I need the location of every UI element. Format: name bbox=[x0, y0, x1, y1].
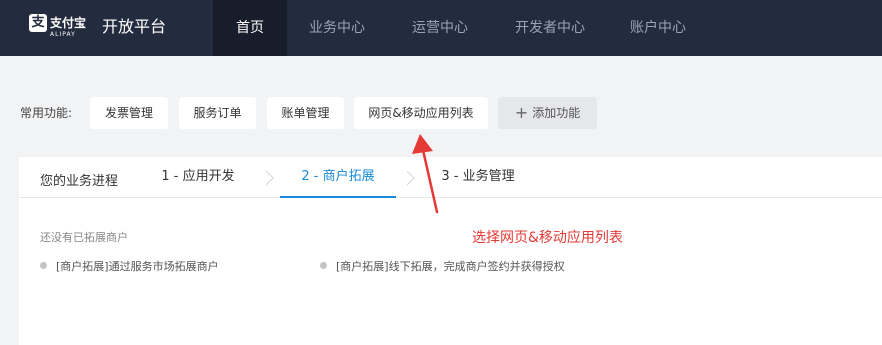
progress-steps: 您的业务进程 1 - 应用开发 2 - 商户拓展 3 - 业务管理 bbox=[19, 157, 882, 198]
step-app-development[interactable]: 1 - 应用开发 bbox=[143, 157, 253, 198]
no-merchants-text: 还没有已拓展商户 bbox=[40, 231, 128, 244]
top-nav-bar: 支 支付宝 ALIPAY 开放平台 首页 业务中心 运营中心 开发者中心 账户中… bbox=[0, 0, 882, 56]
add-function-label: 添加功能 bbox=[532, 106, 581, 120]
nav-tab-home[interactable]: 首页 bbox=[213, 0, 287, 56]
annotation-text: 选择网页&移动应用列表 bbox=[472, 230, 623, 246]
bullet-dot-icon bbox=[40, 262, 47, 269]
merchant-link-offline[interactable]: [商户拓展]线下拓展，完成商户签约并获得授权 bbox=[320, 258, 565, 274]
merchant-link-label: [商户拓展]线下拓展，完成商户签约并获得授权 bbox=[336, 260, 565, 273]
bullet-dot-icon bbox=[320, 262, 327, 269]
add-function-button[interactable]: + 添加功能 bbox=[498, 97, 597, 129]
progress-title: 您的业务进程 bbox=[40, 174, 119, 189]
step-merchant-expansion[interactable]: 2 - 商户拓展 bbox=[280, 157, 396, 198]
merchant-link-label: [商户拓展]通过服务市场拓展商户 bbox=[56, 260, 219, 273]
logo-text-en: ALIPAY bbox=[50, 31, 76, 38]
bill-management-button[interactable]: 账单管理 bbox=[267, 97, 344, 129]
annotation-arrow-icon bbox=[412, 134, 439, 214]
platform-title: 开放平台 bbox=[102, 17, 167, 36]
nav-tab-developer-center[interactable]: 开发者中心 bbox=[495, 0, 605, 56]
service-orders-button[interactable]: 服务订单 bbox=[179, 97, 256, 129]
alipay-logo[interactable]: 支 支付宝 ALIPAY bbox=[29, 14, 89, 40]
logo-text-cn: 支付宝 bbox=[50, 16, 87, 30]
chevron-right-icon bbox=[265, 170, 274, 186]
quick-functions-label: 常用功能: bbox=[20, 106, 73, 120]
web-mobile-app-list-button[interactable]: 网页&移动应用列表 bbox=[354, 97, 488, 129]
plus-icon: + bbox=[514, 103, 529, 122]
business-progress-card: 您的业务进程 1 - 应用开发 2 - 商户拓展 3 - 业务管理 还没有已拓展… bbox=[19, 157, 882, 345]
nav-tab-account-center[interactable]: 账户中心 bbox=[612, 0, 704, 56]
nav-tab-operations-center[interactable]: 运营中心 bbox=[388, 0, 492, 56]
merchant-link-service-market[interactable]: [商户拓展]通过服务市场拓展商户 bbox=[40, 258, 219, 274]
invoice-management-button[interactable]: 发票管理 bbox=[90, 97, 168, 129]
alipay-logo-icon: 支 bbox=[29, 14, 47, 32]
nav-tab-business-center[interactable]: 业务中心 bbox=[287, 0, 387, 56]
